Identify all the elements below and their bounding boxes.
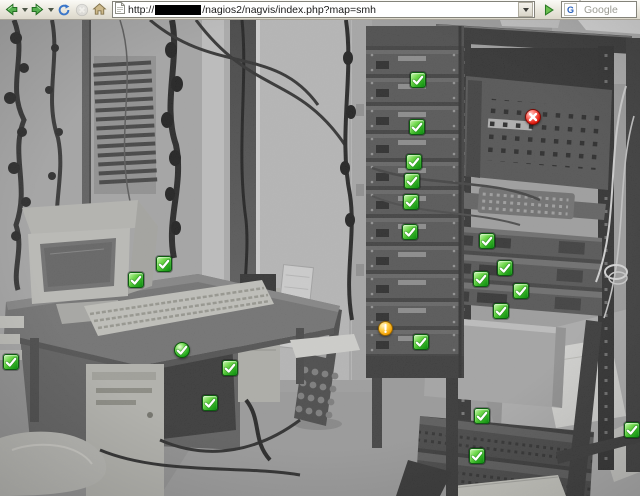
chevron-down-icon [522,7,529,12]
map-status-icon-ok[interactable] [497,260,513,276]
chevron-down-icon [21,7,28,12]
map-status-icon-ok[interactable] [156,256,172,272]
map-status-icon-ok[interactable] [409,119,425,135]
map-status-icon-ok[interactable] [493,303,509,319]
map-status-icon-ok[interactable] [413,334,429,350]
map-status-icon-ok[interactable] [473,271,489,287]
map-status-icon-ok[interactable] [202,395,218,411]
stop-x-icon [75,3,88,16]
go-button[interactable] [540,1,558,18]
map-status-icon-ok[interactable] [410,72,426,88]
status-icon-layer [0,20,640,496]
map-status-icon-ok[interactable] [3,354,19,370]
chevron-down-icon [47,7,54,12]
map-status-icon-warning[interactable] [378,321,393,336]
reload-button[interactable] [55,1,72,18]
map-status-icon-ok[interactable] [624,422,640,438]
search-placeholder: Google [584,3,618,16]
address-dropdown-button[interactable] [518,2,533,17]
address-text: http:// /nagios2/nagvis/index.php?map=smh [128,4,518,16]
map-status-icon-ok[interactable] [479,233,495,249]
chevron-down-icon [578,0,582,18]
url-scheme: http:// [128,3,155,16]
redacted-host [155,4,202,15]
map-status-icon-critical[interactable] [525,109,541,125]
house-icon [92,3,107,15]
reload-circular-icon [58,3,69,15]
map-status-icon-ok[interactable] [406,154,422,170]
forward-button[interactable] [29,1,46,18]
map-status-icon-ok[interactable] [222,360,238,376]
map-status-icon-ok[interactable] [403,194,419,210]
forward-arrow-icon [31,3,44,16]
page-icon [115,1,125,19]
navigation-toolbar: http:// /nagios2/nagvis/index.php?map=smh… [0,0,640,20]
map-status-icon-ok[interactable] [128,272,144,288]
back-dropdown-button[interactable] [21,2,28,18]
stop-button [73,1,90,18]
google-g-icon[interactable]: G [564,3,577,16]
forward-dropdown-button[interactable] [47,2,54,18]
nagvis-map-viewport [0,20,640,496]
map-status-icon-ok-round[interactable] [174,342,190,358]
back-button[interactable] [3,1,20,18]
go-arrow-icon [544,3,554,16]
map-status-icon-ok[interactable] [513,283,529,299]
map-status-icon-ok[interactable] [402,224,418,240]
address-bar[interactable]: http:// /nagios2/nagvis/index.php?map=smh [112,1,535,18]
search-engine-dropdown[interactable] [578,0,582,19]
home-button[interactable] [91,1,108,18]
browser-window: http:// /nagios2/nagvis/index.php?map=smh… [0,0,640,496]
search-box[interactable]: G Google [561,0,637,19]
back-arrow-icon [5,3,18,16]
map-status-icon-ok[interactable] [469,448,485,464]
map-status-icon-ok[interactable] [474,408,490,424]
url-path: /nagios2/nagvis/index.php?map=smh [202,3,376,16]
map-status-icon-ok[interactable] [404,173,420,189]
